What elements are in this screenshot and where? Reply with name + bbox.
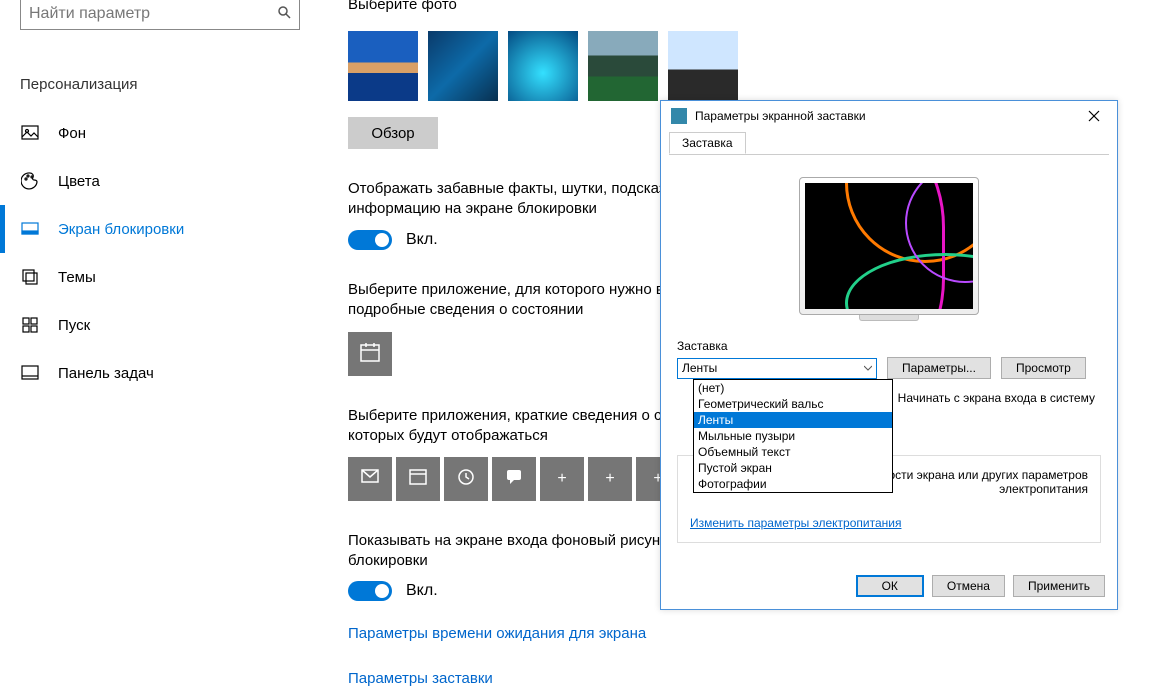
toggle-state-label: Вкл. — [406, 231, 438, 249]
screensaver-preview-monitor — [799, 177, 979, 321]
dropdown-item[interactable]: (нет) — [694, 380, 892, 396]
sidebar-item-colors[interactable]: Цвета — [20, 157, 290, 205]
search-input[interactable]: Найти параметр — [20, 0, 300, 30]
lockscreen-icon — [20, 219, 40, 239]
dropdown-item[interactable]: Пустой экран — [694, 460, 892, 476]
screensaver-settings-dialog: Параметры экранной заставки Заставка Зас… — [660, 100, 1118, 610]
dropdown-item[interactable]: Фотографии — [694, 476, 892, 492]
sidebar-item-taskbar[interactable]: Панель задач — [20, 349, 290, 397]
bg-thumb-3[interactable] — [508, 31, 578, 101]
ok-button[interactable]: ОК — [856, 575, 924, 597]
power-settings-link[interactable]: Изменить параметры электропитания — [690, 516, 901, 530]
brief-app-add-1[interactable]: + — [540, 457, 584, 501]
tab-screensaver[interactable]: Заставка — [669, 132, 746, 154]
sidebar-item-lockscreen[interactable]: Экран блокировки — [20, 205, 290, 253]
mail-icon — [360, 466, 380, 491]
dropdown-item[interactable]: Ленты — [694, 412, 892, 428]
dropdown-item[interactable]: Геометрический вальс — [694, 396, 892, 412]
sidebar-item-label: Панель задач — [58, 365, 154, 382]
palette-icon — [20, 171, 40, 191]
brief-app-messaging[interactable] — [492, 457, 536, 501]
sidebar-item-label: Пуск — [58, 317, 90, 334]
chat-icon — [504, 466, 524, 491]
brief-app-alarm[interactable] — [444, 457, 488, 501]
search-placeholder: Найти параметр — [29, 5, 150, 23]
sidebar-item-background[interactable]: Фон — [20, 109, 290, 157]
picture-icon — [20, 123, 40, 143]
nav-group-title: Персонализация — [20, 76, 290, 93]
sidebar-item-label: Экран блокировки — [58, 221, 184, 238]
browse-button[interactable]: Обзор — [348, 117, 438, 149]
calendar-icon — [359, 341, 381, 368]
bg-thumb-4[interactable] — [588, 31, 658, 101]
active-indicator — [0, 205, 5, 253]
taskbar-icon — [20, 363, 40, 383]
clock-icon — [456, 466, 476, 491]
brief-app-add-2[interactable]: + — [588, 457, 632, 501]
themes-icon — [20, 267, 40, 287]
close-button[interactable] — [1079, 101, 1109, 131]
brief-app-mail[interactable] — [348, 457, 392, 501]
screensaver-preview-button[interactable]: Просмотр — [1001, 357, 1086, 379]
dropdown-item[interactable]: Объемный текст — [694, 444, 892, 460]
link-screensaver-settings[interactable]: Параметры заставки — [348, 670, 1128, 687]
sidebar-item-label: Фон — [58, 125, 86, 142]
dialog-title: Параметры экранной заставки — [695, 109, 866, 123]
start-icon — [20, 315, 40, 335]
detailed-status-app-tile[interactable] — [348, 332, 392, 376]
link-screen-timeout[interactable]: Параметры времени ожидания для экрана — [348, 625, 1128, 642]
screensaver-dropdown-list: (нет) Геометрический вальс Ленты Мыльные… — [693, 379, 893, 493]
sidebar-item-themes[interactable]: Темы — [20, 253, 290, 301]
toggle-knob — [375, 233, 389, 247]
toggle-state-label: Вкл. — [406, 582, 438, 600]
select-value: Ленты — [682, 361, 717, 375]
show-bg-signin-toggle[interactable] — [348, 581, 392, 601]
apply-button[interactable]: Применить — [1013, 575, 1105, 597]
toggle-knob — [375, 584, 389, 598]
sidebar-item-label: Цвета — [58, 173, 100, 190]
cancel-button[interactable]: Отмена — [932, 575, 1005, 597]
chevron-down-icon — [864, 361, 872, 375]
screensaver-group-label: Заставка — [677, 339, 1101, 353]
bg-thumb-5[interactable] — [668, 31, 738, 101]
sidebar-item-label: Темы — [58, 269, 96, 286]
dropdown-item[interactable]: Мыльные пузыри — [694, 428, 892, 444]
dialog-title-icon — [671, 108, 687, 124]
calendar-icon — [408, 466, 428, 491]
bg-thumb-2[interactable] — [428, 31, 498, 101]
bg-thumb-1[interactable] — [348, 31, 418, 101]
choose-photo-heading: Выберите фото — [348, 0, 1128, 13]
brief-app-calendar[interactable] — [396, 457, 440, 501]
screensaver-params-button[interactable]: Параметры... — [887, 357, 991, 379]
plus-icon: + — [605, 470, 614, 488]
sidebar-item-start[interactable]: Пуск — [20, 301, 290, 349]
screensaver-select[interactable]: Ленты — [677, 358, 877, 379]
search-icon — [277, 5, 291, 24]
plus-icon: + — [557, 470, 566, 488]
fun-facts-toggle[interactable] — [348, 230, 392, 250]
